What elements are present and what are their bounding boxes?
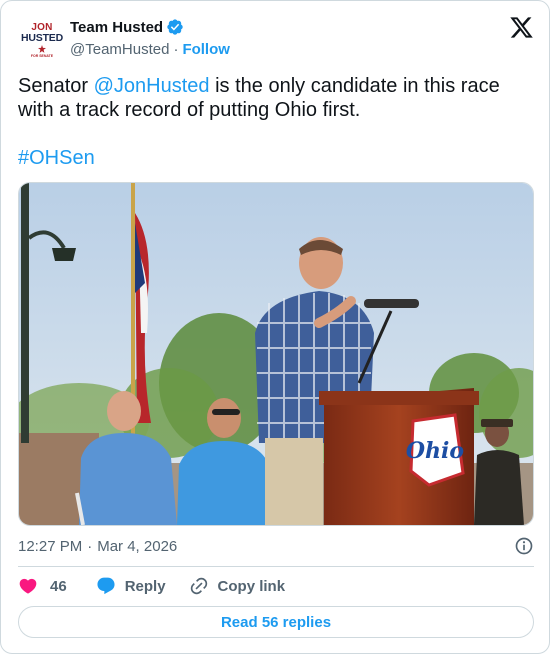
handle[interactable]: @TeamHusted: [70, 41, 169, 58]
reply-bubble-icon: [97, 577, 115, 595]
avatar-logo-line2: HUSTED: [21, 32, 63, 44]
link-icon: [190, 577, 207, 595]
like-count: 46: [50, 577, 67, 595]
read-replies-button[interactable]: Read 56 replies: [18, 606, 534, 638]
copy-link-label: Copy link: [217, 577, 286, 595]
info-icon[interactable]: [514, 536, 534, 556]
tweet-text-before: Senator: [18, 75, 94, 97]
mention-link[interactable]: @JonHusted: [94, 75, 210, 97]
heart-icon: [19, 578, 37, 594]
tweet-text: Senator @JonHusted is the only candidate…: [18, 74, 534, 170]
tweet-card: JON HUSTED FOR SENATE Team Husted @TeamH…: [0, 0, 550, 654]
like-button[interactable]: 46: [18, 576, 67, 596]
hashtag-link[interactable]: #OHSen: [18, 146, 534, 170]
reply-label: Reply: [124, 577, 166, 595]
tweet-header: JON HUSTED FOR SENATE Team Husted @TeamH…: [18, 15, 534, 63]
verified-badge-icon: [167, 19, 183, 35]
copy-link-button[interactable]: Copy link: [189, 576, 286, 596]
tweet-meta: 12:27 PM · Mar 4, 2026: [18, 536, 534, 556]
podium-sign-text: Ohio: [406, 438, 464, 464]
reply-button[interactable]: Reply: [96, 576, 166, 596]
handle-row: @TeamHusted · Follow: [70, 39, 230, 59]
follow-button[interactable]: Follow: [182, 41, 230, 58]
action-bar: 46 Reply Copy link: [18, 574, 534, 598]
photo-scene: Ohio: [19, 183, 533, 525]
x-logo-icon[interactable]: [509, 15, 534, 40]
tweet-time[interactable]: 12:27 PM: [18, 538, 82, 555]
tweet-date[interactable]: Mar 4, 2026: [97, 538, 177, 555]
name-row: Team Husted: [70, 17, 184, 37]
meta-separator: ·: [87, 537, 93, 555]
avatar-star-icon: [38, 45, 46, 53]
display-name[interactable]: Team Husted: [70, 19, 163, 36]
avatar-logo-line3: FOR SENATE: [30, 54, 54, 58]
divider: [18, 566, 534, 567]
avatar[interactable]: JON HUSTED FOR SENATE: [18, 15, 66, 63]
dot-separator: ·: [173, 40, 179, 58]
tweet-photo[interactable]: Ohio: [18, 182, 534, 526]
